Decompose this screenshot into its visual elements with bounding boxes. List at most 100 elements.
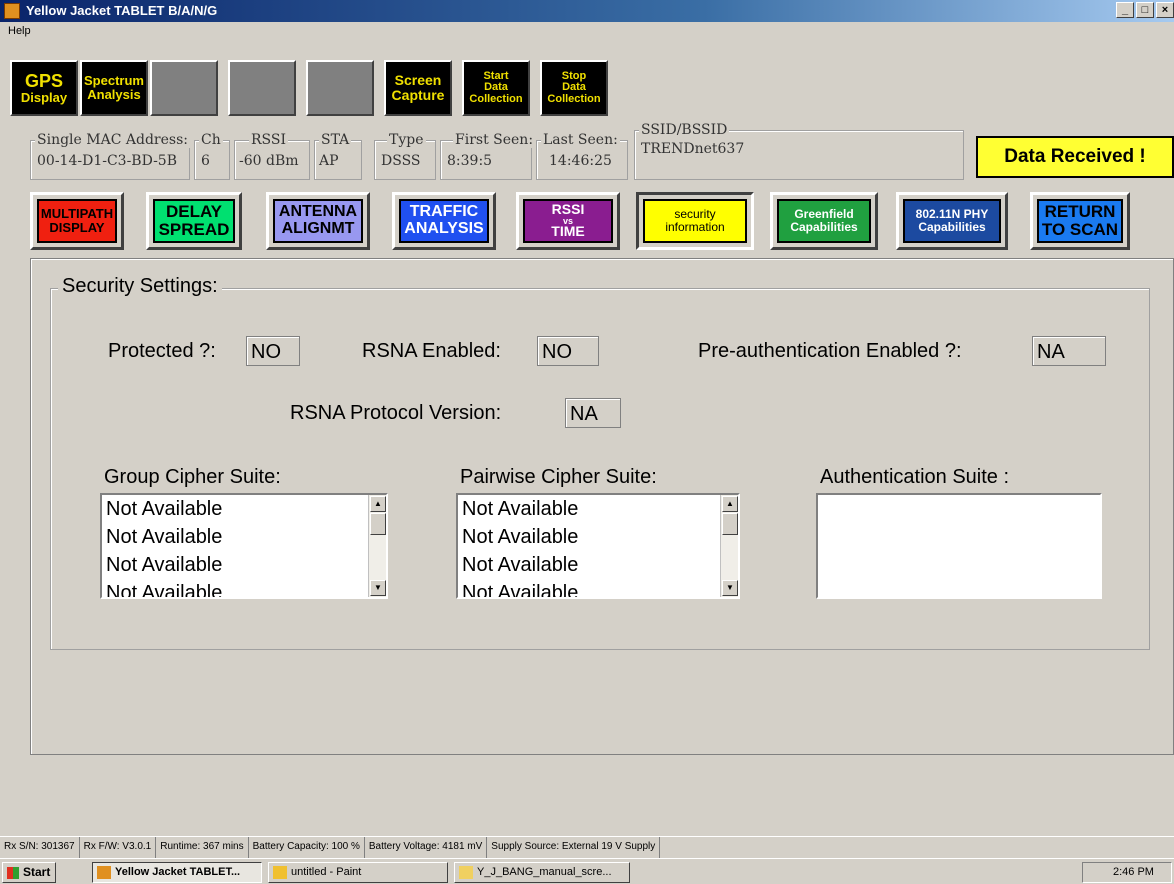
mac-address-value: 00-14-D1-C3-BD-5B — [37, 153, 177, 169]
app-icon — [4, 3, 20, 19]
rssi-group: RSSI -60 dBm — [234, 132, 310, 180]
rsna-protocol-version-label: RSNA Protocol Version: — [290, 402, 502, 424]
start-button[interactable]: Start — [2, 862, 56, 883]
pre-authentication-value: NA — [1032, 336, 1106, 366]
start-data-collection-button[interactable]: Start Data Collection — [462, 60, 530, 116]
task-paint[interactable]: untitled - Paint — [268, 862, 448, 883]
battery-voltage: Battery Voltage: 4181 mV — [365, 837, 488, 858]
list-item[interactable]: Not Available — [102, 579, 386, 597]
sta-label: STA — [319, 132, 352, 148]
window-title: Yellow Jacket TABLET B/A/N/G — [26, 3, 218, 18]
paint-icon — [273, 866, 287, 879]
ssid-bssid-group: SSID/BSSID TRENDnet637 — [634, 122, 964, 180]
scroll-thumb[interactable] — [722, 513, 738, 535]
list-item[interactable]: Not Available — [458, 579, 738, 597]
group-cipher-suite-label: Group Cipher Suite: — [104, 466, 281, 488]
channel-group: Ch 6 — [194, 132, 230, 180]
last-seen-label: Last Seen: — [541, 132, 620, 148]
type-value: DSSS — [381, 153, 421, 169]
clock: 2:46 PM — [1113, 866, 1154, 878]
sta-group: STA AP — [314, 132, 362, 180]
rsna-enabled-value: NO — [537, 336, 599, 366]
app-window: Yellow Jacket TABLET B/A/N/G _ □ × Help … — [0, 0, 1174, 884]
first-seen-group: First Seen: 8:39:5 — [440, 132, 536, 180]
battery-capacity: Battery Capacity: 100 % — [249, 837, 365, 858]
channel-label: Ch — [199, 132, 223, 148]
sta-value: AP — [319, 153, 339, 169]
last-seen-value: 14:46:25 — [549, 153, 612, 169]
group-cipher-suite-list[interactable]: Not Available Not Available Not Availabl… — [100, 493, 388, 599]
menu-help[interactable]: Help — [8, 25, 31, 37]
screen-capture-button[interactable]: Screen Capture — [384, 60, 452, 116]
security-information-button[interactable]: security information — [636, 192, 754, 250]
app-icon — [97, 866, 111, 879]
taskbar: Start Yellow Jacket TABLET... untitled -… — [0, 858, 1174, 884]
mac-address-label: Single MAC Address: — [35, 132, 190, 148]
multipath-display-button[interactable]: MULTIPATH DISPLAY — [30, 192, 124, 250]
firmware-version: Rx F/W: V3.0.1 — [80, 837, 157, 858]
list-item[interactable]: Not Available — [458, 495, 738, 523]
empty-tool-slot-1 — [150, 60, 218, 116]
greenfield-capabilities-button[interactable]: Greenfield Capabilities — [770, 192, 878, 250]
authentication-suite-label: Authentication Suite : — [820, 466, 1010, 488]
list-item[interactable]: Not Available — [458, 551, 738, 579]
ssid-bssid-label: SSID/BSSID — [639, 122, 730, 138]
security-settings-title: Security Settings: — [58, 275, 222, 298]
scrollbar[interactable]: ▲ ▼ — [368, 495, 386, 597]
first-seen-value: 8:39:5 — [447, 153, 493, 169]
title-bar: Yellow Jacket TABLET B/A/N/G _ □ × — [0, 0, 1174, 22]
rssi-vs-time-button[interactable]: RSSI vs TIME — [516, 192, 620, 250]
stop-data-collection-button[interactable]: Stop Data Collection — [540, 60, 608, 116]
list-item[interactable]: Not Available — [102, 551, 386, 579]
scroll-thumb[interactable] — [370, 513, 386, 535]
protected-value: NO — [246, 336, 300, 366]
close-button[interactable]: × — [1156, 2, 1174, 18]
spectrum-analysis-button[interactable]: Spectrum Analysis — [80, 60, 148, 116]
empty-tool-slot-2 — [228, 60, 296, 116]
supply-source: Supply Source: External 19 V Supply — [487, 837, 661, 858]
data-received-indicator: Data Received ! — [976, 136, 1174, 178]
folder-icon — [459, 866, 473, 879]
list-item[interactable]: Not Available — [102, 523, 386, 551]
scroll-up-icon[interactable]: ▲ — [722, 496, 738, 512]
first-seen-label: First Seen: — [453, 132, 536, 148]
type-label: Type — [387, 132, 426, 148]
list-item[interactable]: Not Available — [102, 495, 386, 523]
traffic-analysis-button[interactable]: TRAFFIC ANALYSIS — [392, 192, 496, 250]
scroll-up-icon[interactable]: ▲ — [370, 496, 386, 512]
rssi-value: -60 dBm — [239, 153, 299, 169]
menu-bar: Help — [0, 22, 1174, 40]
pre-authentication-label: Pre-authentication Enabled ?: — [698, 340, 962, 362]
window-controls: _ □ × — [1116, 2, 1174, 18]
maximize-button[interactable]: □ — [1136, 2, 1154, 18]
minimize-button[interactable]: _ — [1116, 2, 1134, 18]
gps-display-button[interactable]: GPS Display — [10, 60, 78, 116]
ssid-bssid-value: TRENDnet637 — [641, 141, 745, 157]
system-tray: 2:46 PM — [1082, 862, 1172, 883]
scrollbar[interactable]: ▲ ▼ — [720, 495, 738, 597]
empty-tool-slot-3 — [306, 60, 374, 116]
type-group: Type DSSS — [374, 132, 436, 180]
rsna-protocol-version-value: NA — [565, 398, 621, 428]
task-yellow-jacket[interactable]: Yellow Jacket TABLET... — [92, 862, 262, 883]
phy-capabilities-button[interactable]: 802.11N PHY Capabilities — [896, 192, 1008, 250]
delay-spread-button[interactable]: DELAY SPREAD — [146, 192, 242, 250]
serial-number: Rx S/N: 301367 — [0, 837, 80, 858]
scroll-down-icon[interactable]: ▼ — [722, 580, 738, 596]
antenna-alignment-button[interactable]: ANTENNA ALIGNMT — [266, 192, 370, 250]
scroll-down-icon[interactable]: ▼ — [370, 580, 386, 596]
mac-address-group: Single MAC Address: 00-14-D1-C3-BD-5B — [30, 132, 190, 180]
channel-value: 6 — [201, 153, 210, 169]
last-seen-group: Last Seen: 14:46:25 — [536, 132, 628, 180]
status-bar: Rx S/N: 301367 Rx F/W: V3.0.1 Runtime: 3… — [0, 836, 1174, 858]
return-to-scan-button[interactable]: RETURN TO SCAN — [1030, 192, 1130, 250]
task-folder[interactable]: Y_J_BANG_manual_scre... — [454, 862, 630, 883]
protected-label: Protected ?: — [108, 340, 216, 362]
authentication-suite-list[interactable] — [816, 493, 1102, 599]
runtime: Runtime: 367 mins — [156, 837, 249, 858]
list-item[interactable]: Not Available — [458, 523, 738, 551]
pairwise-cipher-suite-list[interactable]: Not Available Not Available Not Availabl… — [456, 493, 740, 599]
rssi-label: RSSI — [249, 132, 289, 148]
pairwise-cipher-suite-label: Pairwise Cipher Suite: — [460, 466, 657, 488]
rsna-enabled-label: RSNA Enabled: — [362, 340, 501, 362]
